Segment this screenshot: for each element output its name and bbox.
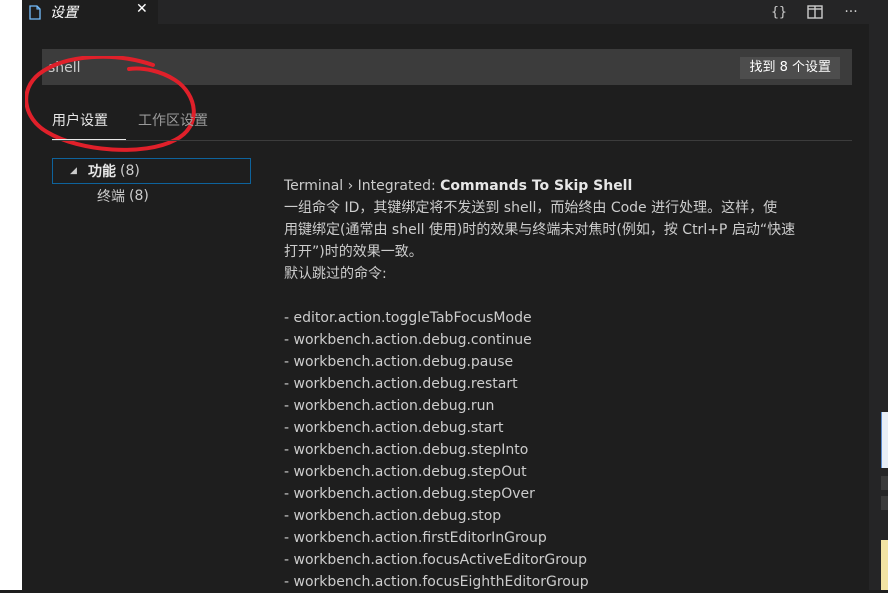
setting-description-line: 打开”)时的效果一致。 xyxy=(284,244,423,260)
toc-item-label: 功能 xyxy=(88,164,116,180)
split-editor-icon[interactable] xyxy=(797,0,833,24)
desktop-left-edge xyxy=(0,0,22,590)
default-command-item: - workbench.action.debug.stepInto xyxy=(284,442,529,458)
default-command-item: - workbench.action.debug.start xyxy=(284,420,504,436)
default-command-item: - workbench.action.debug.stepOver xyxy=(284,486,535,502)
toc-item-features[interactable]: ◢ 功能 (8) xyxy=(52,158,251,184)
result-count-badge: 找到 8 个设置 xyxy=(740,57,840,79)
setting-description-line: 默认跳过的命令: xyxy=(284,266,387,282)
settings-search-box: 找到 8 个设置 xyxy=(25,49,852,152)
default-command-item: - workbench.action.firstEditorInGroup xyxy=(284,530,547,546)
open-settings-json-button[interactable]: {} xyxy=(761,0,797,24)
default-command-item: - workbench.action.debug.pause xyxy=(284,354,514,370)
background-window-fragment xyxy=(881,476,888,490)
tab-title: 设置 xyxy=(50,5,78,21)
default-command-item: - editor.action.toggleTabFocusMode xyxy=(284,310,532,326)
setting-description-line: 一组命令 ID，其键绑定将不发送到 shell，而始终由 Code 进行处理。这… xyxy=(284,200,778,216)
toc-item-terminal[interactable]: 终端 (8) xyxy=(52,184,252,208)
default-command-item: - workbench.action.debug.restart xyxy=(284,376,518,392)
tab-bar: 设置 ✕ {} ··· xyxy=(22,0,869,24)
search-input[interactable] xyxy=(42,49,690,87)
setting-description-line: 用键绑定(通常由 shell 使用)时的效果与终端未对焦时(例如，按 Ctrl+… xyxy=(284,222,796,238)
close-icon[interactable]: ✕ xyxy=(136,1,148,17)
setting-commands-to-skip-shell: Terminal › Integrated: Commands To Skip … xyxy=(284,175,874,593)
settings-toc: ◢ 功能 (8) 终端 (8) xyxy=(52,158,252,208)
default-command-item: - workbench.action.debug.run xyxy=(284,398,495,414)
setting-title: Terminal › Integrated: Commands To Skip … xyxy=(284,175,874,197)
tab-user-settings[interactable]: 用户设置 xyxy=(52,110,126,140)
default-command-item: - workbench.action.debug.stepOut xyxy=(284,464,527,480)
toc-item-count: (8) xyxy=(120,163,140,179)
editor-actions: {} ··· xyxy=(761,0,869,24)
background-window-fragment xyxy=(881,496,888,510)
default-command-item: - workbench.action.debug.stop xyxy=(284,508,502,524)
toc-item-label: 终端 xyxy=(97,189,125,205)
desktop-right-edge xyxy=(869,0,888,590)
caret-expanded-icon: ◢ xyxy=(70,166,77,176)
background-window-fragment xyxy=(881,540,888,590)
toc-item-count: (8) xyxy=(129,188,149,204)
settings-editor: 设置 ✕ {} ··· 找到 8 个设置 用户设置 工作区设置 ◢ xyxy=(22,0,869,590)
default-command-item: - workbench.action.debug.continue xyxy=(284,332,532,348)
background-window-fragment xyxy=(881,412,888,468)
more-actions-icon[interactable]: ··· xyxy=(833,0,869,24)
setting-name: Commands To Skip Shell xyxy=(440,178,633,194)
tab-workspace-settings[interactable]: 工作区设置 xyxy=(138,110,208,139)
default-command-item: - workbench.action.focusActiveEditorGrou… xyxy=(284,552,588,568)
file-icon xyxy=(28,4,42,20)
settings-scope-tabs: 用户设置 工作区设置 xyxy=(52,110,852,141)
setting-category: Terminal › Integrated: xyxy=(284,178,441,194)
tab-settings[interactable]: 设置 ✕ xyxy=(22,0,158,24)
